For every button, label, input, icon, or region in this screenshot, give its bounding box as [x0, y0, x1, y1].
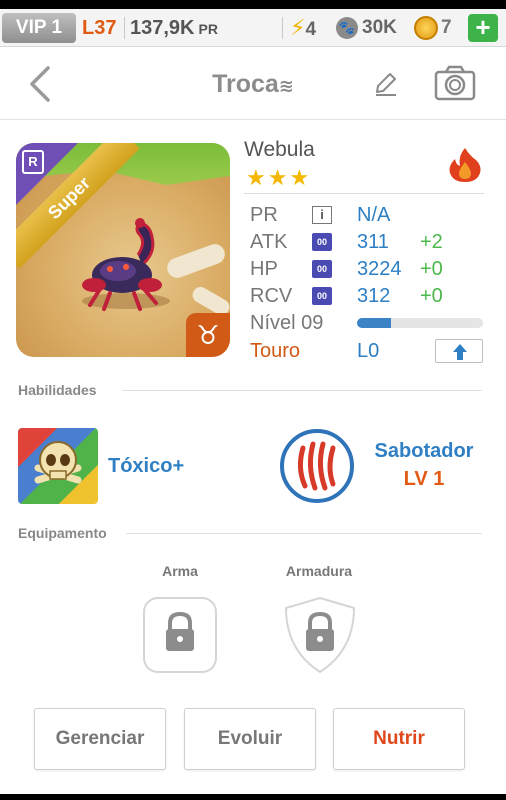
stat-value: 312	[357, 285, 391, 307]
skill-name-saboteur[interactable]: Sabotador	[360, 440, 488, 463]
stat-value: 311	[357, 231, 389, 253]
stat-row-hp: HP 00 3224 +0	[250, 256, 486, 282]
divider	[244, 193, 484, 194]
food-value: 30K	[362, 17, 397, 38]
zodiac-level: L0	[357, 340, 380, 362]
stat-label: PR	[250, 204, 278, 226]
divider	[124, 17, 125, 39]
fire-icon	[449, 148, 481, 182]
zodiac-label: Touro	[250, 340, 301, 362]
info-icon[interactable]: i	[312, 206, 332, 224]
stat-row-level: Nível 09	[250, 310, 486, 336]
food-counter[interactable]: 🐾 30K	[336, 13, 397, 43]
rank-badge: R	[22, 150, 44, 174]
stat-row-atk: ATK 00 311 +2	[250, 229, 486, 255]
camera-icon[interactable]	[434, 65, 476, 101]
power-rating-unit: PR	[198, 21, 218, 37]
zodiac-upgrade-button[interactable]	[435, 339, 483, 363]
divider	[282, 17, 283, 39]
coin-icon	[414, 15, 438, 40]
power-rating: 137,9K PR	[130, 13, 218, 43]
stat-row-rcv: RCV 00 312 +0	[250, 283, 486, 309]
stat-bonus: +0	[420, 285, 443, 307]
stat-label: HP	[250, 258, 278, 280]
stat-row-zodiac: Touro L0	[250, 338, 486, 364]
coin-counter[interactable]: 7	[414, 13, 452, 43]
weapon-slot-lock-icon[interactable]	[142, 596, 218, 674]
claw-skill-icon[interactable]	[279, 428, 355, 504]
page-title: Troca≋	[0, 48, 506, 120]
coin-value: 7	[441, 17, 452, 38]
chevron-left-icon[interactable]	[26, 62, 56, 106]
stat-value: N/A	[357, 204, 391, 226]
page-title-suffix: ≋	[278, 76, 294, 96]
pencil-icon[interactable]	[372, 70, 400, 98]
toxic-skill-icon[interactable]	[18, 428, 98, 504]
page-title-text: Troca	[212, 70, 279, 98]
paw-icon: 🐾	[336, 16, 358, 39]
evolve-button[interactable]: Evoluir	[184, 708, 316, 770]
page-header: Troca≋	[0, 48, 506, 120]
energy-counter[interactable]: ⚡4	[290, 13, 316, 43]
armor-label: Armadura	[285, 563, 353, 579]
bottom-strip	[0, 794, 506, 800]
status-bar: VIP 1 L37 137,9K PR ⚡4 🐾 30K 7 +	[0, 9, 506, 47]
stat-label: RCV	[250, 285, 293, 307]
stat-badge-icon: 00	[312, 233, 332, 251]
skill-level: LV 1	[403, 468, 445, 490]
feed-button[interactable]: Nutrir	[333, 708, 465, 770]
arrow-up-icon	[453, 344, 467, 360]
skill-name-toxic[interactable]: Tóxico+	[108, 455, 184, 478]
stat-bonus: +2	[420, 231, 443, 253]
stat-badge-icon: 00	[312, 287, 332, 305]
stat-bonus: +0	[420, 258, 443, 280]
stat-row-pr: PR i N/A	[250, 202, 486, 228]
skull-icon	[34, 441, 82, 484]
taurus-zodiac-icon: ♉	[186, 313, 230, 357]
energy-value: 4	[305, 19, 317, 40]
top-strip	[0, 0, 506, 9]
power-rating-value: 137,9K	[130, 17, 195, 39]
level-progress-bar	[357, 318, 483, 328]
stat-badge-icon: 00	[312, 260, 332, 278]
monster-name: Webula	[244, 138, 315, 161]
armor-slot-lock-icon[interactable]	[282, 596, 358, 674]
weapon-label: Arma	[162, 563, 198, 579]
abilities-section-title: Habilidades	[18, 382, 97, 398]
monster-portrait[interactable]: Super R ♉	[16, 143, 230, 357]
vip-badge[interactable]: VIP 1	[2, 13, 76, 43]
add-currency-button[interactable]: +	[468, 14, 498, 42]
level-label: Nível 09	[250, 312, 324, 334]
stat-label: ATK	[250, 231, 288, 253]
divider	[122, 390, 482, 391]
star-rating: ★★★	[246, 165, 312, 190]
level-progress-fill	[357, 318, 392, 328]
scorpion-monster-image	[82, 218, 170, 311]
lightning-icon: ⚡	[290, 15, 306, 40]
manage-button[interactable]: Gerenciar	[34, 708, 166, 770]
stat-value: 3224	[357, 258, 402, 280]
equipment-section-title: Equipamento	[18, 525, 107, 541]
divider	[126, 533, 482, 534]
player-level: L37	[82, 17, 117, 39]
